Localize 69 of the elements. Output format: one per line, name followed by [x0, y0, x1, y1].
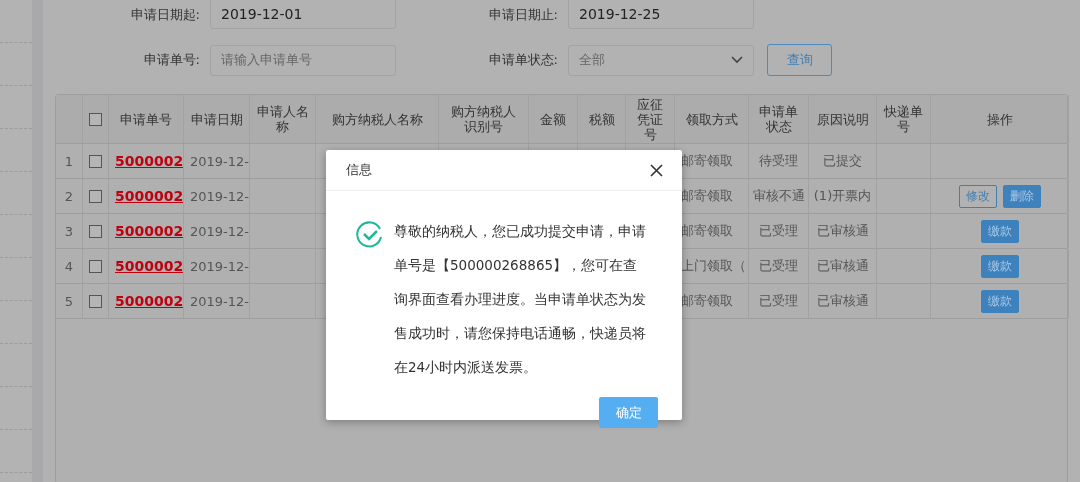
field-label: 申请单状态: — [487, 51, 558, 69]
action-button[interactable]: 缴款 — [980, 289, 1019, 313]
column-header: 领取方式 — [685, 111, 738, 127]
row-number: 3 — [64, 223, 74, 239]
table-cell: 上门领取（ — [681, 257, 746, 275]
table-cell: (1)开票内 — [813, 187, 872, 205]
table-cell: 已受理 — [759, 292, 798, 310]
dialog-title: 信息 — [346, 161, 372, 179]
input-field[interactable]: 2019-12-01 — [210, 0, 396, 29]
select-all-checkbox[interactable] — [89, 112, 102, 126]
column-header: 快递单号 — [883, 104, 924, 134]
row-number: 2 — [64, 188, 74, 204]
column-header: 申请人名称 — [256, 104, 309, 134]
row-checkbox[interactable] — [89, 259, 102, 273]
column-header: 操作 — [986, 111, 1013, 127]
row-checkbox[interactable] — [89, 224, 102, 238]
table-cell: 2019-12- — [190, 258, 249, 274]
action-button[interactable]: 缴款 — [980, 254, 1019, 278]
input-field[interactable]: 请输入申请单号 — [210, 44, 396, 76]
table-cell: 2019-12- — [190, 153, 249, 169]
chevron-down-icon — [731, 56, 743, 64]
column-header: 税额 — [588, 111, 615, 127]
action-button[interactable]: 缴款 — [980, 219, 1019, 243]
table-cell: 邮寄领取 — [681, 292, 733, 310]
field-label: 申请日期起: — [129, 5, 200, 24]
dialog-message: 尊敬的纳税人，您已成功提交申请，申请单号是【500000268865】，您可在查询界面查看办理进度。当申请单状态为发售成功时，请您保持电话通畅，快递员将在24小时内派送发票。 — [394, 222, 646, 377]
column-header: 原因说明 — [816, 111, 869, 127]
column-header: 申请单号 — [120, 111, 172, 127]
status-select[interactable]: 全部 — [568, 44, 754, 76]
table-cell: 审核不通 — [752, 187, 805, 205]
table-cell: 待受理 — [759, 152, 798, 170]
table-cell: 已受理 — [759, 222, 798, 240]
table-cell: 2019-12- — [190, 188, 249, 204]
success-check-icon — [356, 220, 384, 248]
table-cell: 2019-12- — [190, 293, 249, 309]
input-field[interactable]: 2019-12-25 — [568, 0, 754, 29]
column-header: 购方纳税人识别号 — [450, 104, 517, 134]
table-cell: 邮寄领取 — [681, 187, 733, 205]
table-cell: 2019-12- — [190, 223, 249, 239]
table-cell: 已审核通 — [816, 257, 869, 275]
field-label: 申请日期止: — [487, 5, 558, 24]
row-checkbox[interactable] — [89, 294, 102, 308]
table-cell: 已审核通 — [816, 222, 869, 240]
row-checkbox[interactable] — [89, 189, 102, 203]
order-number-link[interactable]: 5000002 — [115, 223, 183, 239]
column-header: 申请单状态 — [758, 104, 799, 134]
order-number-link[interactable]: 5000002 — [115, 293, 183, 309]
query-button[interactable]: 查询 — [767, 44, 832, 76]
order-number-link[interactable]: 5000002 — [115, 153, 183, 169]
row-number: 1 — [64, 153, 74, 169]
table-cell: 邮寄领取 — [681, 222, 733, 240]
confirm-button[interactable]: 确定 — [599, 397, 658, 428]
edit-button[interactable]: 修改 — [958, 184, 997, 208]
action-button[interactable]: 删除 — [1002, 184, 1041, 208]
row-checkbox[interactable] — [89, 154, 102, 168]
row-number: 5 — [64, 293, 74, 309]
column-header: 申请日期 — [190, 111, 243, 127]
column-header: 购方纳税人名称 — [331, 111, 423, 127]
table-cell: 已审核通 — [816, 292, 869, 310]
table-cell: 已提交 — [823, 152, 862, 170]
table-cell: 邮寄领取 — [681, 152, 733, 170]
field-label: 申请单号: — [142, 51, 200, 69]
row-number: 4 — [64, 258, 74, 274]
order-number-link[interactable]: 5000002 — [115, 258, 183, 274]
close-icon[interactable] — [650, 163, 663, 177]
column-header: 应征凭证号 — [636, 96, 664, 142]
table-cell: 已受理 — [759, 257, 798, 275]
column-header: 金额 — [540, 111, 566, 127]
order-number-link[interactable]: 5000002 — [115, 188, 183, 204]
